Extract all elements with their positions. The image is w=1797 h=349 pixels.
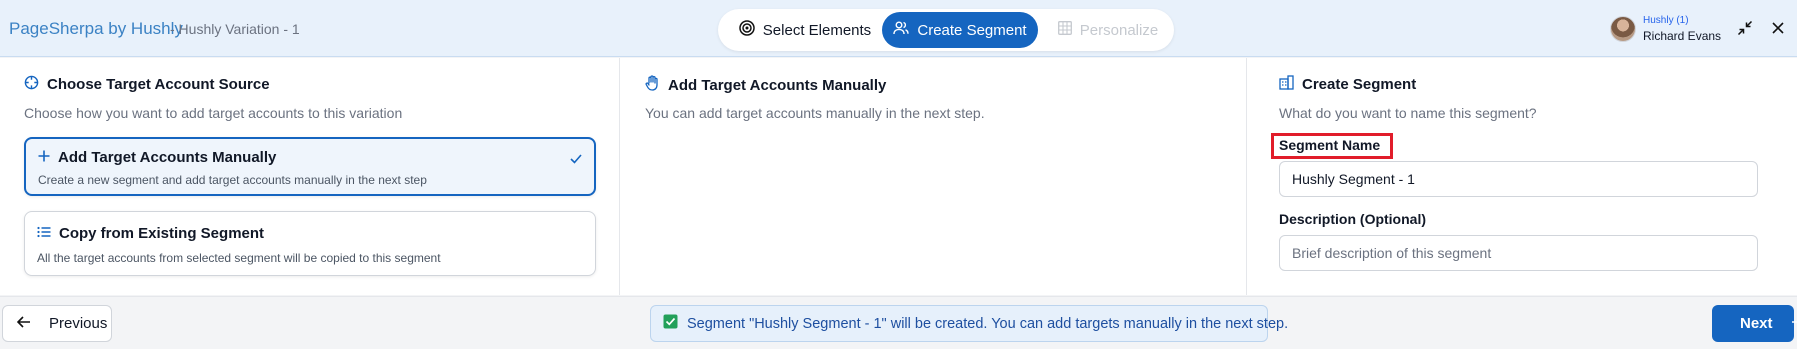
manual-panel-subtitle: You can add target accounts manually in … <box>645 105 985 121</box>
source-panel-title-text: Choose Target Account Source <box>47 76 270 93</box>
users-icon <box>893 20 910 40</box>
next-label: Next <box>1740 315 1773 332</box>
segment-name-label: Segment Name <box>1279 137 1381 153</box>
previous-label: Previous <box>49 315 108 332</box>
hand-icon <box>645 75 660 95</box>
option-copy-existing[interactable]: Copy from Existing Segment All the targe… <box>24 211 596 276</box>
top-bar: PageSherpa by Hushly - Hushly Variation … <box>0 0 1797 57</box>
arrow-left-icon <box>16 315 31 332</box>
description-label: Description (Optional) <box>1279 211 1426 227</box>
building-icon <box>1279 75 1294 94</box>
wizard-stepper: Select Elements Create Segment Personali… <box>718 9 1174 51</box>
option-description: Create a new segment and add target acco… <box>38 173 427 187</box>
collapse-icon[interactable] <box>1735 18 1755 38</box>
arrow-right-icon <box>1791 315 1797 332</box>
user-name: Richard Evans <box>1643 29 1722 43</box>
next-button[interactable]: Next <box>1712 305 1797 342</box>
list-icon <box>37 225 51 242</box>
checkbox-checked-icon <box>663 314 678 333</box>
description-input[interactable] <box>1279 235 1758 271</box>
segment-panel-subtitle: What do you want to name this segment? <box>1279 105 1537 121</box>
footer-bar: Previous Segment "Hushly Segment - 1" wi… <box>0 296 1797 349</box>
manual-panel-title-text: Add Target Accounts Manually <box>668 76 887 94</box>
segment-name-input[interactable] <box>1279 161 1758 197</box>
step-create-segment[interactable]: Create Segment <box>882 12 1038 48</box>
step-select-elements[interactable]: Select Elements <box>726 12 884 48</box>
target-icon <box>739 20 755 40</box>
step-personalize[interactable]: Personalize <box>1050 12 1166 48</box>
step-label: Select Elements <box>762 21 872 39</box>
check-icon <box>570 151 582 169</box>
option-description: All the target accounts from selected se… <box>37 251 441 265</box>
user-org[interactable]: Hushly (1) <box>1643 15 1689 26</box>
option-add-manually[interactable]: Add Target Accounts Manually Create a ne… <box>24 137 596 196</box>
close-icon[interactable] <box>1768 18 1788 38</box>
segment-panel-title-text: Create Segment <box>1302 76 1417 93</box>
step-label: Personalize <box>1079 21 1159 39</box>
plus-icon <box>38 149 50 166</box>
option-title: Add Target Accounts Manually <box>38 149 276 166</box>
option-title: Copy from Existing Segment <box>37 225 264 242</box>
grid-icon <box>1057 21 1072 39</box>
avatar[interactable] <box>1610 16 1636 42</box>
step-label: Create Segment <box>917 21 1027 39</box>
panel-divider <box>1246 58 1247 295</box>
previous-button[interactable]: Previous <box>2 305 112 342</box>
app-brand[interactable]: PageSherpa by Hushly <box>9 19 183 39</box>
status-notice: Segment "Hushly Segment - 1" will be cre… <box>650 305 1288 342</box>
crosshair-icon <box>24 75 39 94</box>
manual-panel-title: Add Target Accounts Manually <box>645 75 886 95</box>
option-title-text: Add Target Accounts Manually <box>58 149 277 166</box>
status-notice-text: Segment "Hushly Segment - 1" will be cre… <box>687 315 1289 332</box>
source-panel-subtitle: Choose how you want to add target accoun… <box>24 105 403 121</box>
variation-name: - Hushly Variation - 1 <box>170 21 300 37</box>
segment-panel-title: Create Segment <box>1279 75 1416 94</box>
source-panel-title: Choose Target Account Source <box>24 75 270 94</box>
option-title-text: Copy from Existing Segment <box>59 225 265 242</box>
panel-divider <box>619 58 620 295</box>
